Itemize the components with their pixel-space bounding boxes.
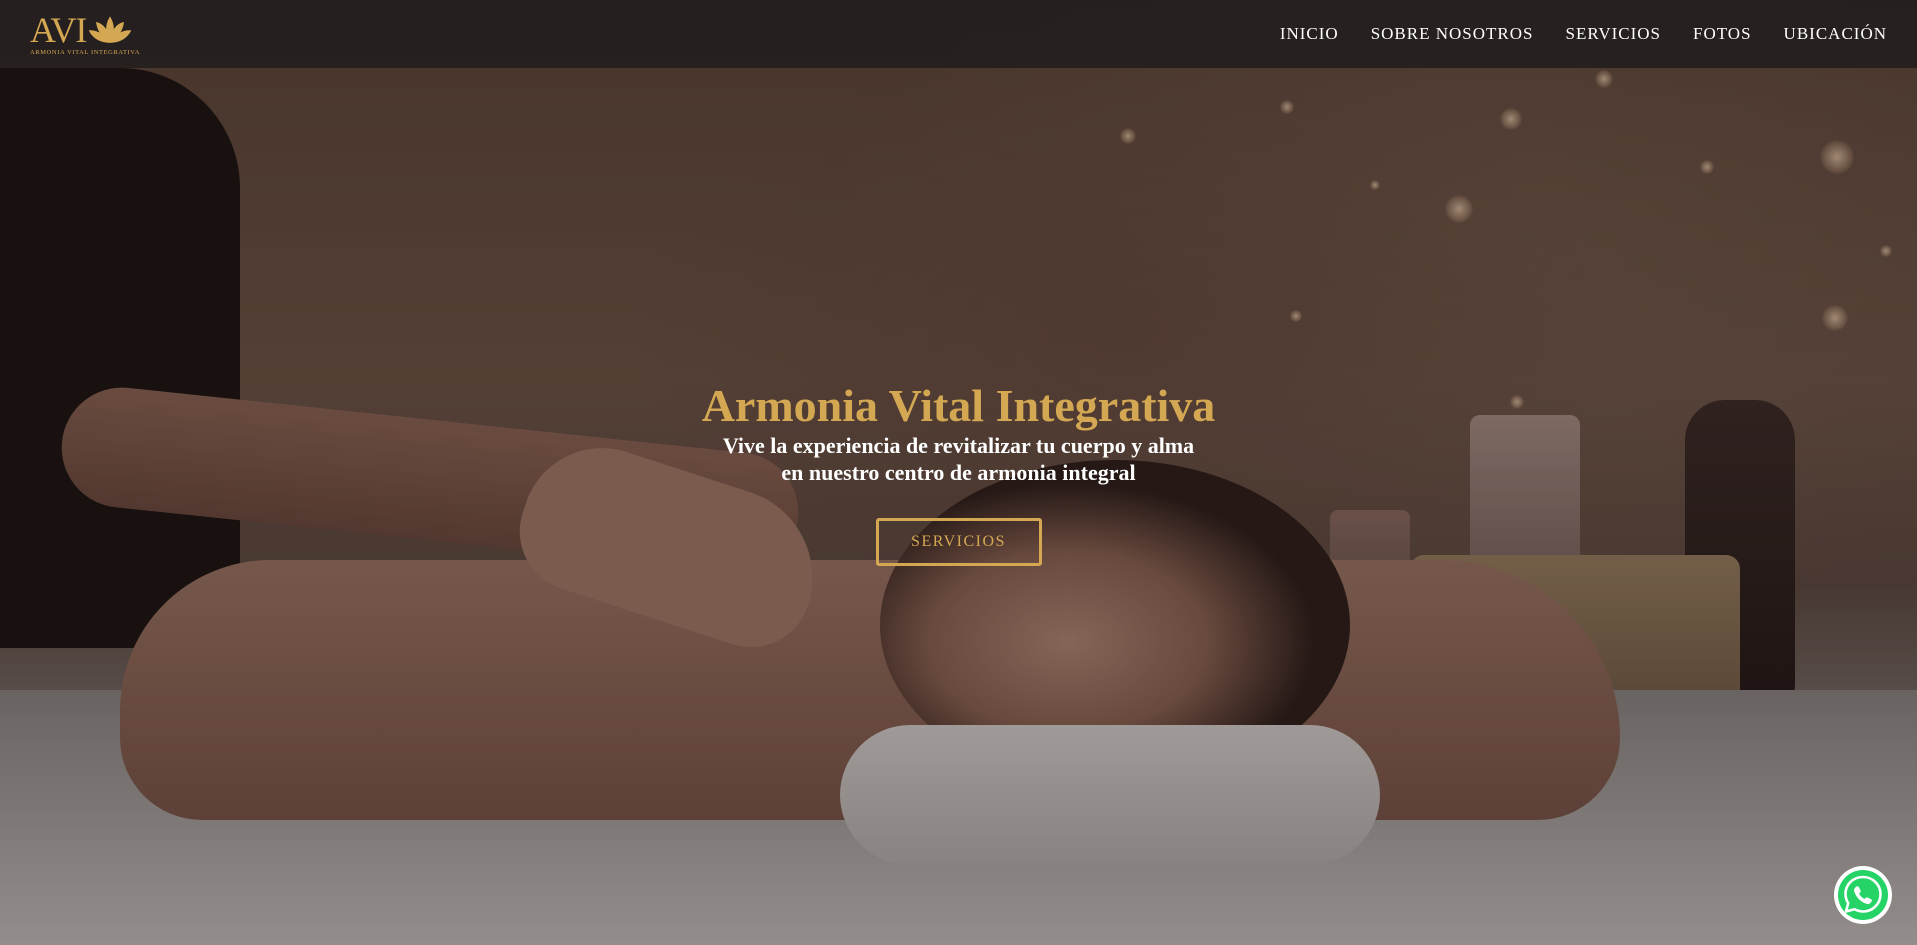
lotus-icon: [89, 16, 132, 43]
logo-wordmark: AVI: [30, 10, 87, 50]
logo-subtitle: ARMONIA VITAL INTEGRATIVA: [30, 49, 141, 56]
whatsapp-icon: [1834, 866, 1892, 924]
nav-item-sobre-nosotros[interactable]: SOBRE NOSOTROS: [1355, 24, 1550, 44]
servicios-button[interactable]: SERVICIOS: [875, 518, 1042, 566]
brand-logo[interactable]: AVI ARMONIA VITAL INTEGRATIVA: [30, 12, 150, 56]
landing-page: AVI ARMONIA VITAL INTEGRATIVA INICIO SOB…: [0, 0, 1917, 945]
whatsapp-button[interactable]: [1833, 865, 1893, 925]
nav-item-fotos[interactable]: FOTOS: [1677, 24, 1768, 44]
nav-item-servicios[interactable]: SERVICIOS: [1550, 24, 1678, 44]
top-navbar: AVI ARMONIA VITAL INTEGRATIVA INICIO SOB…: [0, 0, 1917, 68]
nav-item-ubicacion[interactable]: UBICACIÓN: [1768, 24, 1887, 44]
hero-section: Armonia Vital Integrativa Vive la experi…: [0, 380, 1917, 566]
nav-menu: INICIO SOBRE NOSOTROS SERVICIOS FOTOS UB…: [1264, 24, 1887, 44]
hero-title: Armonia Vital Integrativa: [701, 380, 1216, 431]
nav-item-inicio[interactable]: INICIO: [1264, 24, 1355, 44]
hero-subtitle: Vive la experiencia de revitalizar tu cu…: [722, 433, 1195, 485]
